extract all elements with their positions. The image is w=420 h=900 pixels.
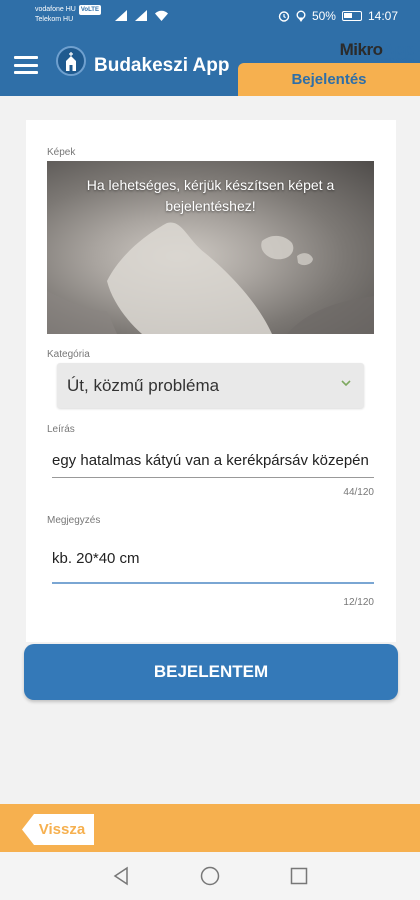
tab-bejelentes[interactable]: Bejelentés (238, 63, 420, 96)
mikroapp-logo: MikroApp mobile design (339, 40, 415, 64)
app-title: Budakeszi App (94, 55, 230, 76)
category-select[interactable]: Út, közmű probléma (57, 363, 364, 408)
battery-icon (341, 11, 362, 21)
volte-badge: VoLTE (78, 5, 101, 15)
signal-icon (135, 10, 147, 21)
carrier-info: vodafone HU VoLTE Telekom HU (35, 5, 101, 25)
brand-name-part2: App (382, 40, 414, 59)
photo-hint: Ha lehetséges, kérjük készítsen képet a … (86, 177, 335, 214)
clock: 14:07 (367, 9, 398, 23)
status-bar: vodafone HU VoLTE Telekom HU 50% 14:07 (0, 0, 420, 32)
church-icon (66, 52, 76, 71)
nav-back-icon[interactable] (112, 866, 130, 886)
report-form: Képek Ha lehetséges, kérjük készítsen ké… (26, 120, 396, 642)
alarm-icon (278, 11, 290, 22)
app-header: Budakeszi App MikroApp mobile design Bej… (0, 32, 420, 96)
note-underline (52, 582, 374, 584)
note-value: kb. 20*40 cm (52, 550, 140, 567)
note-counter: 12/120 (343, 597, 374, 608)
signal-icon (115, 10, 127, 21)
brand-name-part1: Mikro (339, 40, 383, 59)
battery-percent: 50% (311, 9, 336, 23)
app-logo (56, 46, 86, 76)
location-icon (296, 10, 306, 22)
nav-home-icon[interactable] (200, 866, 220, 886)
description-counter: 44/120 (343, 487, 374, 498)
bottom-bar: Vissza (0, 804, 420, 852)
chevron-down-icon (341, 380, 351, 387)
carrier-1-label: vodafone HU (35, 6, 76, 13)
description-label: Leírás (47, 424, 75, 435)
photo-picker[interactable]: Ha lehetséges, kérjük készítsen képet a … (47, 161, 374, 334)
hamburger-menu-icon[interactable] (14, 56, 38, 74)
submit-button[interactable]: BEJELENTEM (24, 644, 398, 700)
description-input[interactable]: egy hatalmas kátyú van a kerékpársáv köz… (52, 448, 374, 478)
images-label: Képek (47, 147, 76, 158)
back-button[interactable]: Vissza (22, 814, 94, 845)
nav-recents-icon[interactable] (290, 866, 308, 886)
category-value: Út, közmű probléma (67, 376, 220, 395)
system-nav-bar (0, 852, 420, 900)
note-label: Megjegyzés (47, 515, 101, 526)
wifi-icon (155, 10, 168, 21)
status-right: 50% 14:07 (278, 9, 398, 23)
signal-icons (115, 10, 168, 21)
description-underline (52, 477, 374, 478)
note-input[interactable]: kb. 20*40 cm (52, 546, 374, 576)
category-label: Kategória (47, 349, 90, 360)
description-value: egy hatalmas kátyú van a kerékpársáv köz… (52, 452, 369, 469)
carrier-2-label: Telekom HU (35, 16, 74, 23)
